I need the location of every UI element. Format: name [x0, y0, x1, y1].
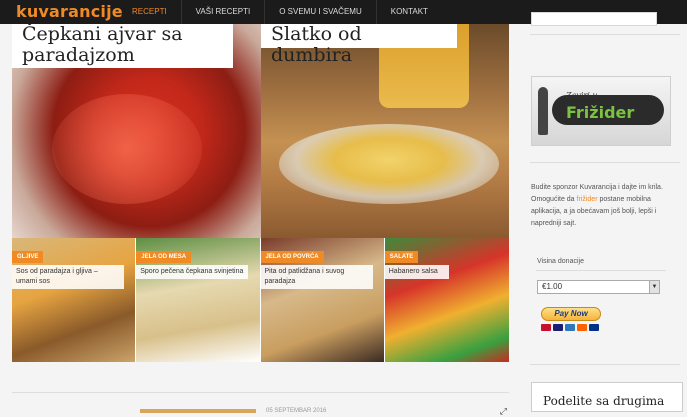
recipe-tile[interactable]: JELA OD POVRĆA Pita od patlidžana i suvo…: [260, 238, 385, 362]
recipe-photo-bowl: [279, 124, 499, 204]
sponsor-text: Budite sponzor Kuvarancija i dajte im kr…: [531, 182, 681, 230]
top-navigation-bar: kuvarancije RECEPTI VAŠI RECEPTI O SVEMU…: [0, 0, 687, 26]
nav-item-recepti[interactable]: RECEPTI: [118, 0, 181, 24]
donation-select[interactable]: €1.00 ▼: [537, 280, 660, 294]
sidebar: Zaviri u Frižider Budite sponzor Kuvaran…: [522, 24, 687, 412]
main-menu: RECEPTI VAŠI RECEPTI O SVEMU I SVAČEMU K…: [118, 0, 442, 24]
divider: [530, 162, 680, 163]
divider: [530, 364, 680, 365]
featured-recipe-title[interactable]: Čepkani ajvar sa paradajzom: [12, 24, 233, 68]
recipe-title[interactable]: Habanero salsa: [384, 265, 449, 279]
post-thumbnail[interactable]: [140, 409, 256, 413]
paypal-icon: [589, 324, 599, 331]
category-badge[interactable]: SALATE: [384, 251, 419, 263]
frizider-link[interactable]: frižider: [577, 196, 598, 203]
latest-posts-strip: 05 SEPTEMBAR 2016 ⤢: [12, 392, 509, 416]
mastercard-icon: [541, 324, 551, 331]
recipe-title[interactable]: Sporo pečena čepkana svinjetina: [136, 265, 249, 279]
site-logo[interactable]: kuvarancije: [16, 2, 123, 21]
nav-item-vasi-recepti[interactable]: VAŠI RECEPTI: [180, 0, 265, 24]
nav-item-o-svemu[interactable]: O SVEMU I SVAČEMU: [264, 0, 376, 24]
featured-recipe-card[interactable]: Slatko od dumbira: [261, 24, 509, 238]
recipe-title[interactable]: Sos od paradajza i gljiva – umami sos: [12, 265, 124, 289]
amex-icon: [565, 324, 575, 331]
divider: [536, 270, 666, 271]
frizider-banner[interactable]: Zaviri u Frižider: [531, 76, 671, 146]
category-badge[interactable]: JELA OD POVRĆA: [260, 251, 324, 263]
chevron-down-icon[interactable]: ▼: [649, 281, 659, 293]
recipe-photo: [52, 94, 202, 204]
featured-recipes-grid: Čepkani ajvar sa paradajzom Slatko od du…: [12, 24, 509, 362]
recipe-tile[interactable]: JELA OD MESA Sporo pečena čepkana svinje…: [136, 238, 261, 362]
category-badge[interactable]: GLJIVE: [12, 251, 44, 263]
recipe-tile[interactable]: GLJIVE Sos od paradajza i gljiva – umami…: [12, 238, 137, 362]
banner-subtitle: Zaviri u: [566, 91, 598, 100]
paypal-pay-now-button[interactable]: Pay Now: [541, 307, 601, 321]
recipe-tiles: GLJIVE Sos od paradajza i gljiva – umami…: [12, 238, 509, 362]
donation-value: €1.00: [542, 282, 563, 291]
fridge-figure-icon: [538, 87, 548, 135]
nav-item-kontakt[interactable]: KONTAKT: [375, 0, 442, 24]
discover-icon: [577, 324, 587, 331]
payment-cards: [541, 324, 599, 331]
featured-recipe-card[interactable]: Čepkani ajvar sa paradajzom: [12, 24, 261, 238]
recipe-tile[interactable]: SALATE Habanero salsa: [384, 238, 509, 362]
recipe-title[interactable]: Pita od patlidžana i suvog paradajza: [260, 265, 373, 289]
featured-recipe-title[interactable]: Slatko od dumbira: [261, 24, 457, 66]
donation-label: Visina donacije: [537, 258, 584, 265]
category-badge[interactable]: JELA OD MESA: [136, 251, 192, 263]
banner-title: Frižider: [566, 103, 635, 122]
divider: [530, 34, 680, 35]
share-box: Podelite sa drugima: [531, 382, 683, 412]
share-title: Podelite sa drugima: [543, 394, 665, 408]
post-date: 05 SEPTEMBAR 2016: [266, 408, 327, 414]
visa-icon: [553, 324, 563, 331]
